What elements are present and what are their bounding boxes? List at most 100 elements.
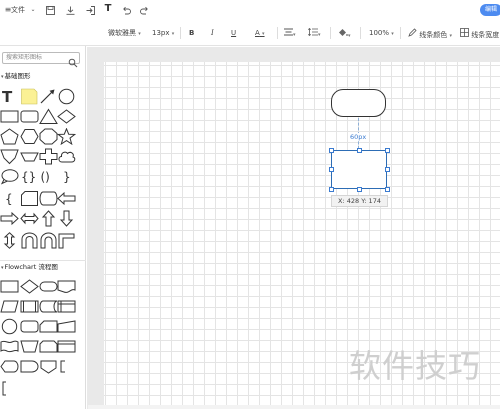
down-arrow-shape-icon[interactable]: [57, 210, 76, 227]
connector-shape-icon[interactable]: [0, 318, 19, 335]
resize-handle-bottom[interactable]: [357, 187, 362, 192]
arrow-line-shape-icon[interactable]: [39, 88, 58, 105]
manual-input-shape-icon[interactable]: [57, 318, 76, 335]
italic-button[interactable]: I: [211, 28, 214, 38]
corner-shape-icon[interactable]: [57, 232, 76, 249]
process-shape-icon[interactable]: [0, 278, 19, 295]
resize-handle-bottom-left[interactable]: [329, 187, 334, 192]
font-size-select[interactable]: 13px ▾: [152, 28, 174, 39]
font-color-button[interactable]: A ▾: [255, 28, 265, 39]
resize-handle-right[interactable]: [385, 167, 390, 172]
circle-shape-icon[interactable]: [57, 88, 76, 105]
chevron-down-icon[interactable]: ⌄: [27, 4, 39, 16]
decision-shape-icon[interactable]: [20, 278, 39, 295]
watermark-text: 软件技巧: [349, 347, 482, 385]
resize-handle-bottom-right[interactable]: [385, 187, 390, 192]
note-shape-icon[interactable]: [20, 88, 39, 105]
data-shape-icon[interactable]: [0, 298, 19, 315]
align-button[interactable]: ▾: [284, 28, 296, 40]
pentagon-shape-icon[interactable]: [0, 128, 19, 145]
top-bar: ≡ 文件 ⌄ T 编辑: [0, 0, 500, 20]
resize-handle-top-right[interactable]: [385, 148, 390, 153]
zoom-select[interactable]: 100% ▾: [369, 28, 394, 39]
cross-shape-icon[interactable]: [39, 148, 58, 165]
delay-shape-icon[interactable]: [20, 358, 39, 375]
cylinder-side-shape-icon[interactable]: [39, 190, 58, 207]
left-arrow-shape-icon[interactable]: [57, 190, 76, 207]
line-width-label: 线条宽度: [471, 31, 500, 39]
download-icon[interactable]: [64, 4, 76, 16]
octagon-shape-icon[interactable]: [39, 128, 58, 145]
flow-document-shape-icon[interactable]: [57, 278, 76, 295]
bold-button[interactable]: B: [189, 28, 194, 38]
resize-handle-top[interactable]: [357, 148, 362, 153]
line-width-button[interactable]: 线条宽度: [460, 28, 499, 40]
line-width-icon: [460, 28, 469, 37]
save-icon[interactable]: [44, 4, 56, 16]
line-color-button[interactable]: 线条颜色 ▾: [408, 28, 452, 41]
fill-color-button[interactable]: ▾: [338, 28, 351, 41]
redo-icon[interactable]: [138, 4, 150, 16]
display-shape-icon[interactable]: [0, 358, 19, 375]
terminator-shape-icon[interactable]: [39, 278, 58, 295]
font-family-select[interactable]: 微软雅黑 ▾: [108, 28, 141, 39]
horizontal-scrollbar[interactable]: [88, 405, 500, 409]
stored-data-shape-icon[interactable]: [39, 298, 58, 315]
loop-limit-shape-icon[interactable]: [39, 338, 58, 355]
speech-bubble-shape-icon[interactable]: [0, 168, 19, 185]
resize-handle-top-left[interactable]: [329, 148, 334, 153]
right-brace-shape-icon[interactable]: }: [57, 168, 76, 185]
line-spacing-icon: [308, 27, 318, 37]
left-brace-shape-icon[interactable]: {: [0, 190, 19, 207]
sequential-data-shape-icon[interactable]: [20, 318, 39, 335]
search-icon[interactable]: [68, 53, 78, 68]
export-icon[interactable]: [84, 4, 96, 16]
off-page-connector-shape-icon[interactable]: [39, 358, 58, 375]
internal-storage-shape-icon[interactable]: [57, 298, 76, 315]
annotation-shape-icon[interactable]: [57, 358, 76, 375]
coordinate-tooltip: X: 428 Y: 174: [331, 195, 388, 207]
shape-library-sidebar: 搜索矩形图标 ▾基础图形 T {} () } {▾Flowchart 流程图: [0, 46, 86, 409]
bracket-annotation-shape-icon[interactable]: [0, 380, 19, 397]
trapezoid-shape-icon[interactable]: [20, 148, 39, 165]
arch-shape-icon[interactable]: [39, 232, 58, 249]
rounded-rectangle-shape-icon[interactable]: [20, 108, 39, 125]
file-menu[interactable]: 文件: [11, 5, 25, 15]
format-painter-icon[interactable]: T: [102, 3, 114, 15]
predefined-process-shape-icon[interactable]: [20, 298, 39, 315]
folded-corner-shape-icon[interactable]: [20, 190, 39, 207]
rectangle-shape-icon[interactable]: [0, 108, 19, 125]
format-toolbar: 微软雅黑 ▾ 13px ▾ B I U A ▾ ▾ ▾ ▾ 100% ▾ 线条颜…: [0, 20, 500, 46]
text-shape-icon[interactable]: T: [0, 88, 19, 105]
right-arrow-shape-icon[interactable]: [0, 210, 19, 227]
toolbar-divider: [400, 27, 401, 39]
star-shape-icon[interactable]: [57, 128, 76, 145]
up-arrow-shape-icon[interactable]: [39, 210, 58, 227]
rounded-rectangle-node[interactable]: [331, 89, 386, 117]
u-turn-arrow-shape-icon[interactable]: [20, 232, 39, 249]
up-down-arrow-shape-icon[interactable]: [0, 232, 19, 249]
toolbar-divider: [180, 27, 181, 39]
section-basic-shapes[interactable]: ▾基础图形: [0, 70, 86, 82]
line-spacing-button[interactable]: ▾: [308, 27, 321, 40]
section-flowchart[interactable]: ▾Flowchart 流程图: [0, 260, 86, 272]
preparation-shape-icon[interactable]: [57, 338, 76, 355]
diamond-shape-icon[interactable]: [57, 108, 76, 125]
hexagon-shape-icon[interactable]: [20, 128, 39, 145]
triangle-shape-icon[interactable]: [39, 108, 58, 125]
chevron-down-icon: ▾: [1, 74, 4, 80]
underline-button[interactable]: U: [231, 28, 236, 38]
selected-rectangle-node[interactable]: [331, 150, 387, 189]
edit-button[interactable]: 编辑: [480, 4, 500, 16]
resize-handle-left[interactable]: [329, 167, 334, 172]
undo-icon[interactable]: [120, 4, 132, 16]
punched-tape-shape-icon[interactable]: [0, 338, 19, 355]
brackets-shape-icon[interactable]: (): [39, 168, 58, 185]
curly-braces-shape-icon[interactable]: {}: [20, 168, 39, 185]
card-shape-icon[interactable]: [39, 318, 58, 335]
manual-operation-shape-icon[interactable]: [20, 338, 39, 355]
cloud-shape-icon[interactable]: [57, 148, 76, 165]
inverted-pentagon-shape-icon[interactable]: [0, 148, 19, 165]
section-title: 基础图形: [4, 72, 31, 80]
double-arrow-shape-icon[interactable]: [20, 210, 39, 227]
